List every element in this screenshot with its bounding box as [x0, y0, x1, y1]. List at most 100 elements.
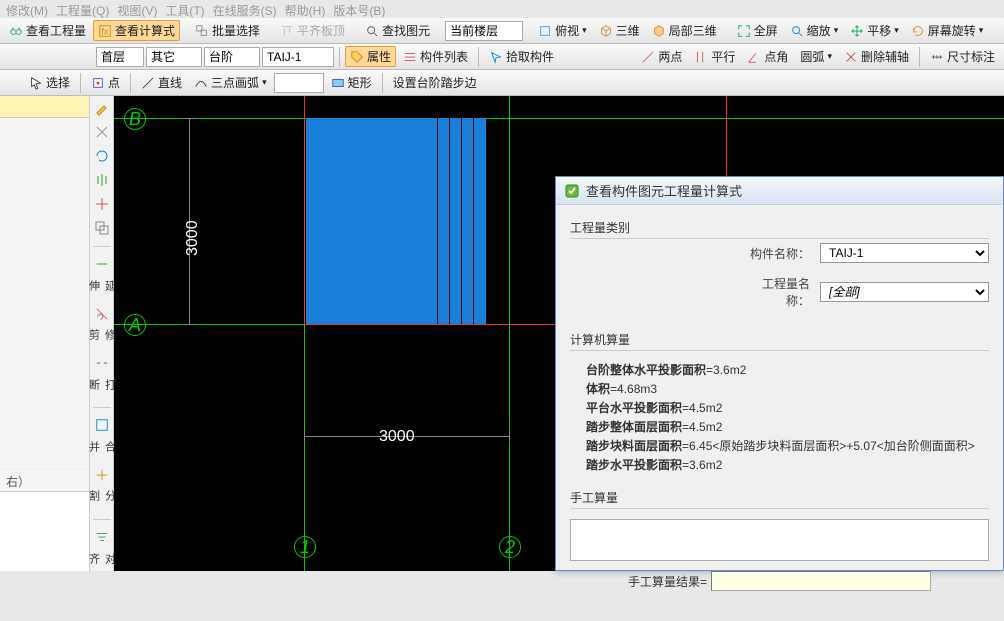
axis-2pt-label: 两点 [658, 48, 682, 65]
menu-version[interactable]: 版本号(B) [333, 2, 385, 16]
manual-calc-box[interactable] [570, 519, 989, 561]
rotate-tool[interactable] [93, 148, 111, 164]
calc-results: 台阶整体水平投影面积=3.6m2 体积=4.68m3 平台水平投影面积=4.5m… [586, 361, 989, 473]
select-button[interactable]: 选择 [24, 72, 75, 93]
rotate-button[interactable]: 屏幕旋转▾ [906, 20, 989, 41]
move-tool[interactable] [93, 196, 111, 212]
arc3-button[interactable]: 三点画弧▾ [189, 72, 272, 93]
type-select[interactable]: 台阶 [204, 47, 260, 67]
zoom-icon [790, 24, 804, 38]
stair-edge-label: 设置台阶踏步边 [393, 74, 477, 91]
topview-label: 俯视 [555, 22, 579, 39]
axis-2pt-button[interactable]: 两点 [636, 46, 687, 67]
search-icon [365, 24, 379, 38]
align-top-icon [280, 24, 294, 38]
menu-view[interactable]: 视图(V) [117, 2, 157, 16]
mirror-tool[interactable] [93, 172, 111, 188]
pan-button[interactable]: 平移▾ [845, 20, 904, 41]
ruler-icon [930, 50, 944, 64]
floor-dropdown[interactable]: 当前楼层 [445, 21, 523, 41]
extend-tool[interactable] [93, 257, 111, 272]
vertical-toolbar: 延伸 修剪 打断 合并 分割 对齐 [90, 96, 114, 571]
break-label: 打断 [86, 379, 118, 397]
toolbar-1: 查看工程量 fx 查看计算式 批量选择 平齐板顶 查找图元 当前楼层 俯视▾ 三… [0, 18, 1004, 44]
dialog-titlebar[interactable]: 查看构件图元工程量计算式 [556, 177, 1003, 205]
left-panel-tab[interactable] [0, 96, 89, 118]
axis-a: A [124, 314, 146, 336]
floor-level-select[interactable]: 首层 [96, 47, 144, 67]
delete-icon [844, 50, 858, 64]
point-icon [91, 76, 105, 90]
point-button[interactable]: 点 [86, 72, 125, 93]
batch-select-button[interactable]: 批量选择 [190, 20, 265, 41]
qty-name-select[interactable]: [全部] [820, 282, 989, 302]
floor-select[interactable]: 当前楼层 [445, 21, 523, 41]
comp-list-button[interactable]: 构件列表 [398, 46, 473, 67]
stair-edge-button[interactable]: 设置台阶踏步边 [388, 72, 482, 93]
align-top-label: 平齐板顶 [297, 22, 345, 39]
axis-angle-button[interactable]: 点角 [742, 46, 793, 67]
brush-tool[interactable] [93, 100, 111, 116]
view-calc-button[interactable]: fx 查看计算式 [93, 20, 180, 41]
comp-list-label: 构件列表 [420, 48, 468, 65]
cube-icon [599, 24, 613, 38]
menu-modify[interactable]: 修改(M) [6, 2, 48, 16]
menu-online[interactable]: 在线服务(S) [213, 2, 277, 16]
wireframe-button[interactable]: 线框 [998, 20, 1004, 41]
axis-1: 1 [294, 536, 316, 558]
menu-help[interactable]: 帮助(H) [285, 2, 326, 16]
line-button[interactable]: 直线 [136, 72, 187, 93]
category-select[interactable]: 其它 [146, 47, 202, 67]
left-panel: 右） [0, 96, 90, 571]
del-aux-button[interactable]: 删除辅轴 [839, 46, 914, 67]
dialog-icon [564, 183, 580, 199]
pick-comp-label: 拾取构件 [506, 48, 554, 65]
trim-tool[interactable] [93, 306, 111, 321]
axis-2: 2 [499, 536, 521, 558]
zoom-button[interactable]: 缩放▾ [785, 20, 844, 41]
copy-tool[interactable] [93, 220, 111, 236]
fullscreen-icon [737, 24, 751, 38]
local3d-button[interactable]: 局部三维 [647, 20, 722, 41]
axis-arc-label: 圆弧 [800, 48, 824, 65]
axis-b: B [124, 108, 146, 130]
align-tool[interactable] [93, 530, 111, 545]
break-tool[interactable] [93, 356, 111, 371]
extend-label: 延伸 [86, 280, 118, 298]
comp-name-select[interactable]: TAIJ-1 [820, 243, 989, 263]
stair-component[interactable] [306, 118, 486, 324]
attr-button[interactable]: 属性 [345, 46, 396, 67]
left-panel-row: 右） [0, 469, 89, 491]
split-tool[interactable] [93, 467, 111, 482]
picker-icon [489, 50, 503, 64]
manual-result-label: 手工算量结果= [628, 573, 707, 590]
component-select[interactable]: TAIJ-1 [262, 47, 334, 67]
3d-button[interactable]: 三维 [594, 20, 645, 41]
menu-qty[interactable]: 工程量(Q) [56, 2, 109, 16]
split-label: 分割 [86, 490, 118, 508]
rotate-label: 屏幕旋转 [928, 22, 976, 39]
glasses-icon [9, 24, 23, 38]
pick-comp-button[interactable]: 拾取构件 [484, 46, 559, 67]
rect-label: 矩形 [348, 74, 372, 91]
axis-parallel-button[interactable]: 平行 [689, 46, 740, 67]
clear-tool[interactable] [93, 124, 111, 140]
find-draw-button[interactable]: 查找图元 [360, 20, 435, 41]
align-top-button[interactable]: 平齐板顶 [275, 20, 350, 41]
menu-tool[interactable]: 工具(T) [165, 2, 204, 16]
fullscreen-button[interactable]: 全屏 [732, 20, 783, 41]
arc3-options[interactable] [274, 73, 324, 93]
view-qty-button[interactable]: 查看工程量 [4, 20, 91, 41]
view-calc-label: 查看计算式 [115, 22, 175, 39]
3d-label: 三维 [616, 22, 640, 39]
arc3-label: 三点画弧 [211, 74, 259, 91]
rect-button[interactable]: 矩形 [326, 72, 377, 93]
arc3-icon [194, 76, 208, 90]
topview-button[interactable]: 俯视▾ [533, 20, 592, 41]
dim-label-button[interactable]: 尺寸标注 [925, 46, 1000, 67]
select-multi-icon [195, 24, 209, 38]
merge-tool[interactable] [93, 418, 111, 433]
svg-text:fx: fx [102, 26, 109, 36]
axis-arc-button[interactable]: 圆弧▾ [795, 46, 837, 67]
rotate-icon [911, 24, 925, 38]
